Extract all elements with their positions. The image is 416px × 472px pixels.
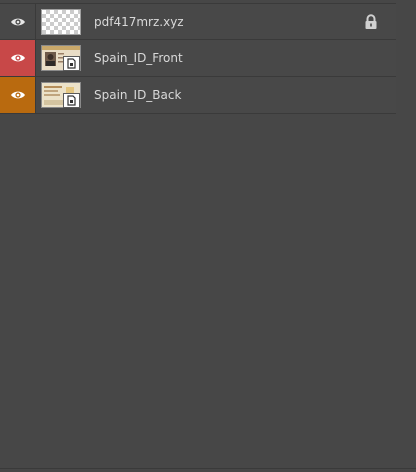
panel-bottom-divider bbox=[0, 468, 416, 469]
visibility-toggle[interactable] bbox=[0, 40, 36, 76]
smart-object-icon bbox=[67, 58, 76, 69]
smart-object-badge bbox=[63, 56, 80, 71]
visibility-toggle[interactable] bbox=[0, 4, 36, 40]
layer-name[interactable]: Spain_ID_Back bbox=[94, 77, 181, 113]
layer-thumbnail[interactable] bbox=[41, 9, 81, 35]
lock-icon bbox=[365, 14, 377, 29]
layer-name[interactable]: Spain_ID_Front bbox=[94, 40, 183, 76]
smart-object-badge bbox=[63, 93, 80, 108]
layer-row-spain-id-back[interactable]: Spain_ID_Back bbox=[0, 77, 396, 114]
eye-icon bbox=[10, 18, 25, 26]
layer-row-spain-id-front[interactable]: Spain_ID_Front bbox=[0, 40, 396, 77]
eye-icon bbox=[10, 91, 25, 99]
visibility-toggle[interactable] bbox=[0, 77, 36, 113]
layer-row-pdf417mrz[interactable]: pdf417mrz.xyz bbox=[0, 3, 396, 40]
layer-list: pdf417mrz.xyz Spain_ID_Front Spain_ID_Ba… bbox=[0, 3, 396, 114]
layers-panel: pdf417mrz.xyz Spain_ID_Front Spain_ID_Ba… bbox=[0, 0, 416, 472]
eye-icon bbox=[10, 54, 25, 62]
layer-name[interactable]: pdf417mrz.xyz bbox=[94, 4, 184, 40]
smart-object-icon bbox=[67, 95, 76, 106]
